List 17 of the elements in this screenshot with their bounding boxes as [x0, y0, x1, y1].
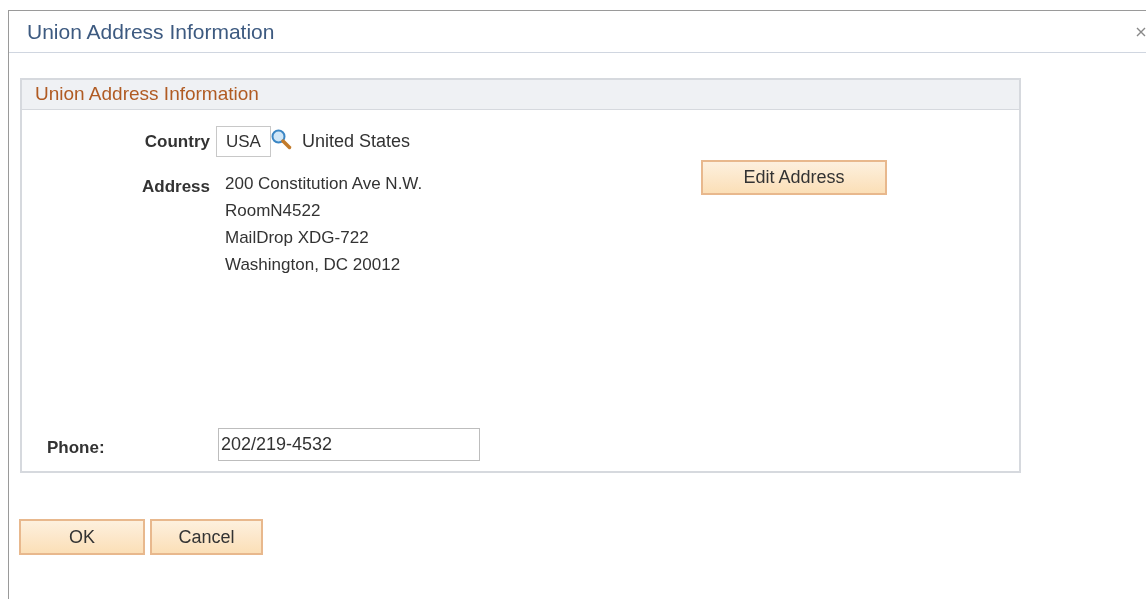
- address-line: RoomN4522: [225, 200, 322, 222]
- address-line: Washington, DC 20012: [225, 254, 402, 276]
- cancel-button[interactable]: Cancel: [150, 519, 263, 555]
- address-line: MailDrop XDG-722: [225, 227, 370, 249]
- country-name: United States: [301, 130, 411, 153]
- window-title: Union Address Information: [27, 18, 275, 45]
- field-label: Country: [143, 130, 210, 153]
- group-title: Union Address Information: [35, 82, 259, 107]
- field-label: Address: [140, 176, 210, 198]
- search-icon[interactable]: [269, 127, 292, 150]
- country-field[interactable]: USA: [216, 126, 271, 157]
- close-icon[interactable]: [1136, 26, 1146, 37]
- address-line: 200 Constitution Ave N.W.: [225, 173, 423, 195]
- edit-address-button[interactable]: Edit Address: [701, 160, 887, 195]
- field-label: Phone:: [47, 436, 106, 459]
- ok-button[interactable]: OK: [19, 519, 145, 555]
- phone-field[interactable]: 202/219-4532: [218, 428, 480, 461]
